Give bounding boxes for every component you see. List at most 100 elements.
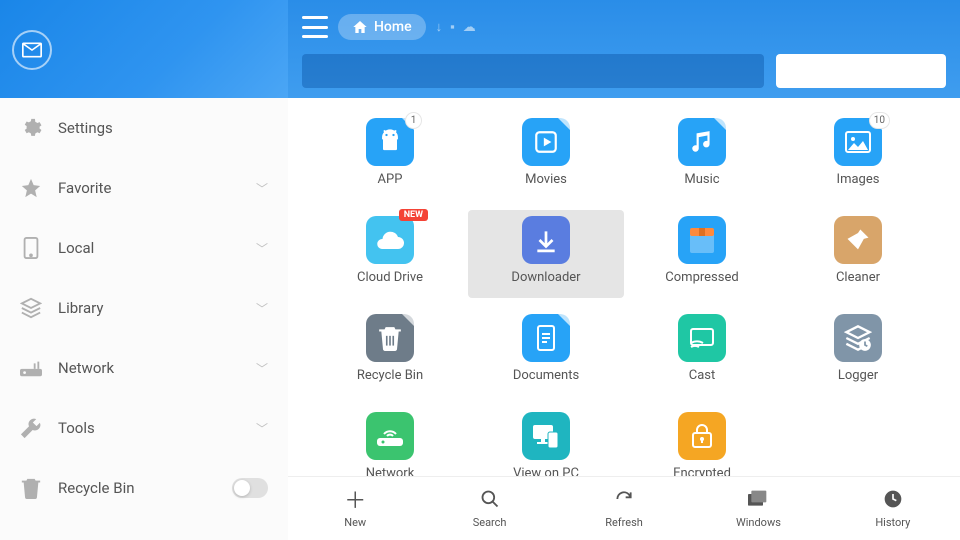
bottom-label: Refresh bbox=[605, 516, 643, 529]
bottom-label: Search bbox=[473, 516, 507, 529]
sidebar-list: Settings Favorite ﹀ Local ﹀ Library ﹀ Ne… bbox=[0, 98, 288, 540]
badge: 1 bbox=[405, 112, 422, 129]
chevron-down-icon: ﹀ bbox=[256, 240, 268, 257]
tile-label: Network bbox=[366, 466, 415, 476]
tile-recycle-bin[interactable]: Recycle Bin bbox=[312, 308, 468, 396]
bottom-label: New bbox=[344, 516, 366, 529]
tile-label: Cast bbox=[689, 368, 716, 383]
topbar: Home ↓ ▪ ☁ bbox=[288, 0, 960, 54]
menu-button[interactable] bbox=[302, 16, 328, 38]
chevron-down-icon: ﹀ bbox=[256, 360, 268, 377]
tile-label: Images bbox=[837, 172, 880, 187]
bottom-label: Windows bbox=[736, 516, 781, 529]
tile-logger[interactable]: Logger bbox=[780, 308, 936, 396]
tile-music[interactable]: Music bbox=[624, 112, 780, 200]
tile-view-on-pc[interactable]: View on PC bbox=[468, 406, 624, 476]
chevron-down-icon: ﹀ bbox=[256, 420, 268, 437]
chevron-down-icon: ﹀ bbox=[256, 180, 268, 197]
cloud-icon[interactable]: ☁ bbox=[463, 20, 476, 35]
bottom-history[interactable]: History bbox=[826, 477, 960, 540]
sidebar: Settings Favorite ﹀ Local ﹀ Library ﹀ Ne… bbox=[0, 0, 288, 540]
tile-cloud-drive[interactable]: NEWCloud Drive bbox=[312, 210, 468, 298]
sidebar-item-tools[interactable]: Tools ﹀ bbox=[0, 398, 288, 458]
bottom-new[interactable]: ＋ New bbox=[288, 477, 422, 540]
tile-images[interactable]: 10 Images bbox=[780, 112, 936, 200]
router2-icon bbox=[366, 412, 414, 460]
tile-compressed[interactable]: Compressed bbox=[624, 210, 780, 298]
banner-left[interactable] bbox=[302, 54, 764, 88]
wrench-icon bbox=[20, 417, 42, 439]
clock-icon bbox=[882, 488, 904, 510]
image-icon: 10 bbox=[834, 118, 882, 166]
tile-cast[interactable]: Cast bbox=[624, 308, 780, 396]
tile-label: APP bbox=[378, 172, 403, 187]
zip-icon bbox=[678, 216, 726, 264]
content-area: 1 APP Movies Music 10 Images NEWCloud Drive Dow… bbox=[288, 98, 960, 476]
bottombar: ＋ New Search Refresh Windows History bbox=[288, 476, 960, 540]
tile-label: Recycle Bin bbox=[357, 368, 423, 383]
sidebar-item-settings[interactable]: Settings bbox=[0, 98, 288, 158]
plus-icon: ＋ bbox=[344, 488, 366, 510]
stack-icon bbox=[20, 297, 42, 319]
tile-documents[interactable]: Documents bbox=[468, 308, 624, 396]
phone-icon bbox=[20, 237, 42, 259]
broom-icon bbox=[834, 216, 882, 264]
mail-icon[interactable] bbox=[12, 30, 52, 70]
play-icon bbox=[522, 118, 570, 166]
log-icon bbox=[834, 314, 882, 362]
sidebar-hero bbox=[0, 0, 288, 98]
home-grid: 1 APP Movies Music 10 Images NEWCloud Drive Dow… bbox=[288, 98, 960, 476]
square-icon[interactable]: ▪ bbox=[450, 19, 455, 35]
tile-label: Compressed bbox=[665, 270, 738, 285]
breadcrumb-home[interactable]: Home bbox=[338, 14, 426, 40]
trash-white-icon bbox=[366, 314, 414, 362]
header-banner bbox=[302, 54, 946, 88]
sidebar-label: Settings bbox=[58, 119, 268, 137]
tile-label: Encrypted bbox=[673, 466, 731, 476]
tile-label: Cleaner bbox=[836, 270, 880, 285]
cloud-icon: NEW bbox=[366, 216, 414, 264]
tile-cleaner[interactable]: Cleaner bbox=[780, 210, 936, 298]
doc-icon bbox=[522, 314, 570, 362]
header: Home ↓ ▪ ☁ bbox=[288, 0, 960, 98]
search-icon bbox=[479, 488, 501, 510]
refresh-icon bbox=[613, 488, 635, 510]
down-arrow-icon[interactable]: ↓ bbox=[436, 19, 443, 35]
tile-movies[interactable]: Movies bbox=[468, 112, 624, 200]
tile-label: Logger bbox=[838, 368, 878, 383]
bottom-label: History bbox=[875, 516, 910, 529]
recycle-bin-toggle[interactable] bbox=[232, 478, 268, 498]
tile-downloader[interactable]: Downloader bbox=[468, 210, 624, 298]
header-icons: ↓ ▪ ☁ bbox=[436, 19, 476, 35]
sidebar-label: Favorite bbox=[58, 179, 256, 197]
chevron-down-icon: ﹀ bbox=[256, 300, 268, 317]
sidebar-label: Library bbox=[58, 299, 256, 317]
tile-label: Music bbox=[684, 172, 719, 187]
sidebar-item-network[interactable]: Network ﹀ bbox=[0, 338, 288, 398]
sidebar-item-favorite[interactable]: Favorite ﹀ bbox=[0, 158, 288, 218]
banner-button[interactable] bbox=[776, 54, 946, 88]
note-icon bbox=[678, 118, 726, 166]
lock-icon bbox=[678, 412, 726, 460]
main: Home ↓ ▪ ☁ 1 APP Movies Music 10 Images NEWClo… bbox=[288, 0, 960, 540]
sidebar-item-library[interactable]: Library ﹀ bbox=[0, 278, 288, 338]
router-icon bbox=[20, 357, 42, 379]
sidebar-item-recycle-bin[interactable]: Recycle Bin bbox=[0, 458, 288, 518]
tile-label: Movies bbox=[525, 172, 567, 187]
tile-encrypted[interactable]: Encrypted bbox=[624, 406, 780, 476]
trash-icon bbox=[20, 477, 42, 499]
breadcrumb-label: Home bbox=[374, 19, 412, 35]
pc-icon bbox=[522, 412, 570, 460]
cast-icon bbox=[678, 314, 726, 362]
bottom-windows[interactable]: Windows bbox=[691, 477, 825, 540]
new-flag: NEW bbox=[399, 209, 428, 221]
home-icon bbox=[352, 19, 368, 35]
star-icon bbox=[20, 177, 42, 199]
tile-label: Downloader bbox=[511, 270, 580, 285]
sidebar-item-local[interactable]: Local ﹀ bbox=[0, 218, 288, 278]
tile-network[interactable]: Network bbox=[312, 406, 468, 476]
bottom-search[interactable]: Search bbox=[422, 477, 556, 540]
sidebar-label: Recycle Bin bbox=[58, 479, 232, 497]
bottom-refresh[interactable]: Refresh bbox=[557, 477, 691, 540]
tile-app[interactable]: 1 APP bbox=[312, 112, 468, 200]
